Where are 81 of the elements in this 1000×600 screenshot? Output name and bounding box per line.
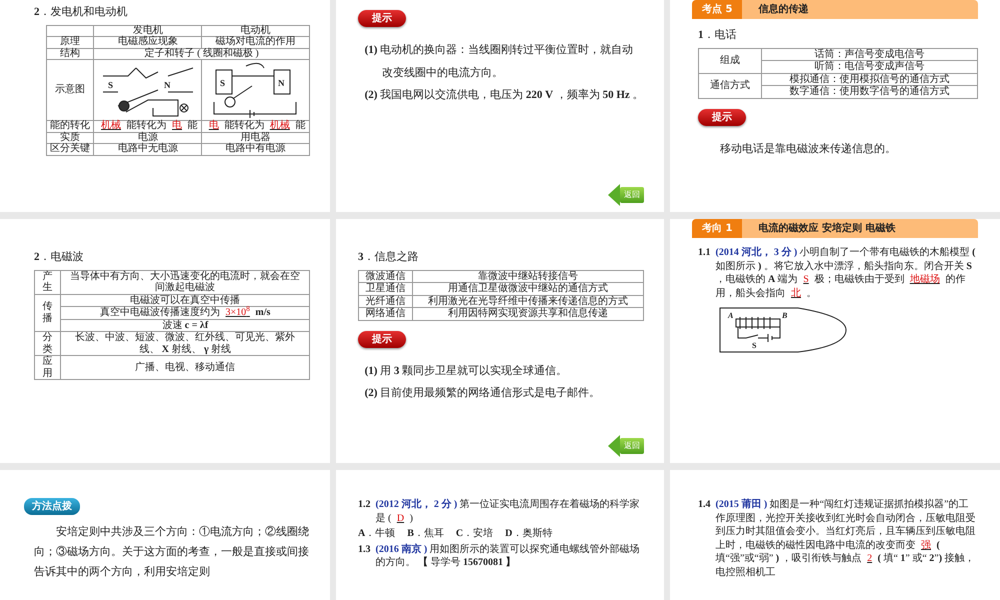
hint-button[interactable]: 提示 xyxy=(358,330,406,348)
table-cell: 示意图 xyxy=(46,60,94,120)
answer-option: D．奥斯特 xyxy=(505,527,552,540)
table-cell: 区分关键 xyxy=(46,144,94,155)
hint-button[interactable]: 提示 xyxy=(698,108,746,126)
paragraph: (2) 目前使用最频繁的网络通信形式是电子邮件。 xyxy=(364,386,602,402)
question-number: 1.1 xyxy=(698,246,710,260)
table-cell: 用电器 xyxy=(202,132,310,144)
table-cell: 当导体中有方向、大小迅速变化的电流时，就会在空间激起电磁波 xyxy=(60,270,310,294)
question-number: 1.3 xyxy=(358,542,370,556)
topic-label: 考点 5 xyxy=(692,0,742,19)
left-arrow-icon xyxy=(608,184,620,206)
table-cell: 网络通信 xyxy=(358,308,413,320)
pole-label: B xyxy=(782,311,788,320)
table-cell: 话筒：声信号变成电信号 xyxy=(761,48,978,60)
topic-title: 电流的磁效应 安培定则 电磁铁 xyxy=(742,219,978,238)
table-cell: 靠微波中继站转接信号 xyxy=(412,270,644,282)
section-heading: 2．发电机和电动机 xyxy=(34,5,128,20)
question-text: (2015 莆田 ) 如图是一种“闯红灯违规证据抓拍模拟器”的工作原理图，光控开关接收到红光时会自动闭合，压敏电阻受到压力时其阻值会变小。当红灯亮后，且车辆压到压敏电阻上时，电磁铁的磁性因电路中电流的改变而变 强 ( 填“强”或“弱” ) ，吸引衔铁与触点 2 ( 填“ 1” 或“ 2”) 接触，电控照相机工 xyxy=(716,498,976,579)
paragraph: (1) 电动机的换向器：当线圈刚转过平衡位置时，就自动改变线圈中的电流方向。 xyxy=(364,43,634,81)
table-cell: 分类 xyxy=(34,332,61,356)
answer-option: C．安培 xyxy=(456,527,494,540)
table-cell: 用通信卫星做微波中继站的通信方式 xyxy=(412,282,644,295)
question-text: (2014 河北， 3 分 ) 小明自制了一个带有电磁铁的木船模型 ( 如图所示 ) 。将它放入水中漂浮，船头指向东。闭合开关 S ，电磁铁的 A 端为 S 极；电磁铁由于受到 地磁场 的作用，船头会指向 北 。 xyxy=(716,246,977,300)
hint-button[interactable]: 提示 xyxy=(358,10,406,27)
table-cell: 波速 c = λf xyxy=(60,319,310,332)
table-cell: 卫星通信 xyxy=(358,282,413,295)
left-arrow-icon xyxy=(608,435,620,457)
section-heading: 2．电磁波 xyxy=(34,250,84,265)
pole-label: N xyxy=(278,78,284,88)
table-cell: 利用因特网实现资源共享和信息传递 xyxy=(412,308,644,320)
question-number: 1.2 xyxy=(358,498,370,512)
table-cell: 微波通信 xyxy=(358,270,413,282)
pole-label: N xyxy=(164,80,170,90)
paragraph: 移动电话是靠电磁波来传递信息的。 xyxy=(719,142,897,156)
question-text: (2012 河北， 2 分 ) 第一位证实电流周围存在着磁场的科学家是 ( D ) xyxy=(376,498,641,525)
topic-title: 信息的传递 xyxy=(742,0,978,19)
table-cell: 应用 xyxy=(34,356,61,380)
table-cell: 能的转化 xyxy=(46,120,94,132)
table-cell: 原理 xyxy=(46,36,94,48)
table-cell: 真空中电磁波传播速度约为 3×10$^{8}$ m/s xyxy=(60,306,310,319)
table-cell: 机械 能转化为 电 能 xyxy=(94,120,202,132)
table-cell: 利用激光在光导纤维中传播来传递信息的方式 xyxy=(412,295,644,308)
table-cell: 磁场对电流的作用 xyxy=(202,36,310,48)
table-cell: 电路中有电源 xyxy=(202,144,310,155)
paragraph: (1) 用 3 颗同步卫星就可以实现全球通信。 xyxy=(364,364,568,378)
pole-label: S xyxy=(108,80,113,90)
answer-option: B．焦耳 xyxy=(407,527,444,540)
table-cell: 模拟通信：使用模拟信号的通信方式 xyxy=(761,73,978,86)
table-cell: 数字通信：使用数字信号的通信方式 xyxy=(761,86,978,98)
pole-label: A xyxy=(728,311,734,320)
table-cell xyxy=(46,25,94,36)
pole-label: S xyxy=(752,341,756,350)
topic-label: 考向 1 xyxy=(692,219,742,238)
table-cell: 光纤通信 xyxy=(358,295,413,308)
table-cell: 长波、中波、短波、微波、红外线、可见光、紫外线、 X 射线、 γ 射线 xyxy=(60,332,310,356)
table-cell: 广播、电视、移动通信 xyxy=(60,356,310,380)
table-cell: 结构 xyxy=(46,48,94,60)
table-cell: 产生 xyxy=(34,270,61,294)
table-cell: 通信方式 xyxy=(698,73,762,98)
pole-label: S xyxy=(220,78,225,88)
table-cell: 电源 xyxy=(94,132,202,144)
table-cell: 听筒：电信号变成声信号 xyxy=(761,60,978,73)
question-text: (2016 南京 ) 用如图所示的装置可以探究通电螺线管外部磁场的方向。 【 导学号 15670081 】 xyxy=(376,542,641,570)
table-cell: 电 能转化为 机械 能 xyxy=(202,120,310,132)
table-cell: 组成 xyxy=(698,48,762,73)
table-cell: 传播 xyxy=(34,294,61,332)
table-cell: 定子和转子 ( 线圈和磁极 ) xyxy=(94,48,310,60)
table-cell: 电动机 xyxy=(202,25,310,36)
answer-option: A．牛顿 xyxy=(358,527,396,540)
paragraph: 安培定则中共涉及三个方向：①电流方向；②线圈绕向；③磁场方向。关于这方面的考查，一般是直接或间接告诉其中的两个方向，利用安培定则 xyxy=(34,524,310,580)
question-number: 1.4 xyxy=(698,498,710,512)
table-cell: 发电机 xyxy=(94,25,202,36)
paragraph: (2) 我国电网以交流供电，电压为 220 V ，频率为 50 Hz 。 xyxy=(364,88,644,104)
method-badge: 方法点拨 xyxy=(24,498,80,515)
table-cell: 实质 xyxy=(46,132,94,144)
section-heading: 3．信息之路 xyxy=(358,250,420,265)
section-heading: 1．电话 xyxy=(698,28,738,43)
table-cell: 电磁感应现象 xyxy=(94,36,202,48)
table-cell: 电磁波可以在真空中传播 xyxy=(60,294,310,306)
table-cell: 电路中无电源 xyxy=(94,144,202,155)
